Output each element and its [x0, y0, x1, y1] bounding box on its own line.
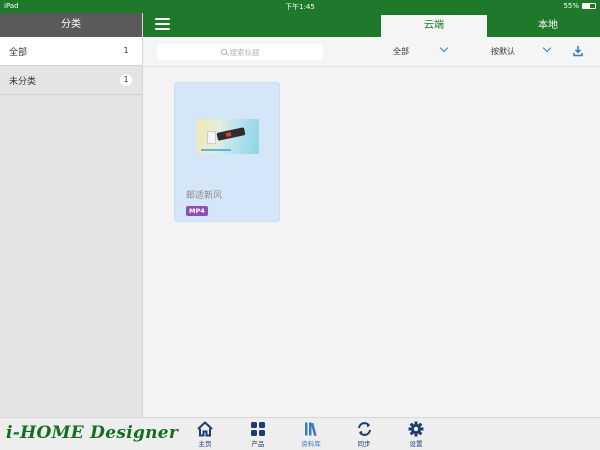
top-bar: 云端 本地 [143, 13, 600, 37]
nav-home[interactable]: 主页 [187, 421, 223, 448]
sidebar-item-label: 全部 [9, 47, 28, 58]
tab-local[interactable]: 本地 [495, 13, 600, 37]
sort-dropdown[interactable]: 按默认 [491, 46, 515, 57]
gear-icon [408, 421, 424, 437]
media-title: 邮适新风 [186, 191, 223, 201]
search-input[interactable]: 搜索标题 [157, 44, 323, 60]
sync-icon [357, 422, 371, 436]
status-time: 下午1:45 [285, 3, 315, 11]
books-icon [305, 422, 317, 437]
media-thumbnail [197, 119, 259, 154]
tab-cloud[interactable]: 云端 [381, 15, 487, 37]
brand-logo: i-HOME Designer [6, 423, 179, 443]
home-icon [197, 421, 213, 437]
category-sidebar: 分类 全部 1 未分类 1 [0, 13, 143, 417]
filter-bar: 搜索标题 全部 按默认 [143, 37, 600, 67]
battery-percent: 55% [563, 2, 579, 10]
nav-settings[interactable]: 设置 [398, 421, 434, 448]
sidebar-item-label: 未分类 [9, 76, 37, 87]
menu-icon[interactable] [155, 18, 170, 31]
nav-products[interactable]: 产品 [240, 421, 276, 448]
battery-fill [583, 4, 590, 8]
bottom-nav-bar: i-HOME Designer 主页 产品 资料库 同步 设置 [0, 417, 600, 450]
download-icon[interactable] [573, 45, 583, 57]
grid-icon [251, 422, 265, 436]
nav-label: 资料库 [301, 440, 321, 448]
sidebar-item-count: 1 [120, 74, 132, 86]
nav-label: 产品 [251, 440, 265, 448]
chevron-down-icon[interactable] [439, 43, 449, 53]
battery-indicator: 55% [563, 2, 596, 10]
media-type-badge: MP4 [186, 206, 208, 216]
search-placeholder: 搜索标题 [229, 47, 260, 57]
sidebar-title: 分类 [0, 13, 142, 37]
nav-library[interactable]: 资料库 [293, 421, 329, 448]
category-dropdown[interactable]: 全部 [393, 46, 409, 57]
nav-label: 主页 [198, 440, 212, 448]
nav-label: 同步 [357, 440, 371, 448]
media-card[interactable]: 邮适新风 MP4 [174, 82, 280, 222]
search-icon [220, 49, 227, 55]
sidebar-item-uncategorized[interactable]: 未分类 1 [0, 66, 142, 95]
battery-icon [582, 3, 596, 9]
sidebar-item-count: 1 [123, 46, 129, 55]
nav-sync[interactable]: 同步 [346, 421, 382, 448]
chevron-down-icon[interactable] [542, 43, 552, 53]
nav-label: 设置 [409, 440, 423, 448]
status-bar: iPad 下午1:45 55% [0, 0, 600, 13]
sidebar-item-all[interactable]: 全部 1 [0, 37, 142, 66]
